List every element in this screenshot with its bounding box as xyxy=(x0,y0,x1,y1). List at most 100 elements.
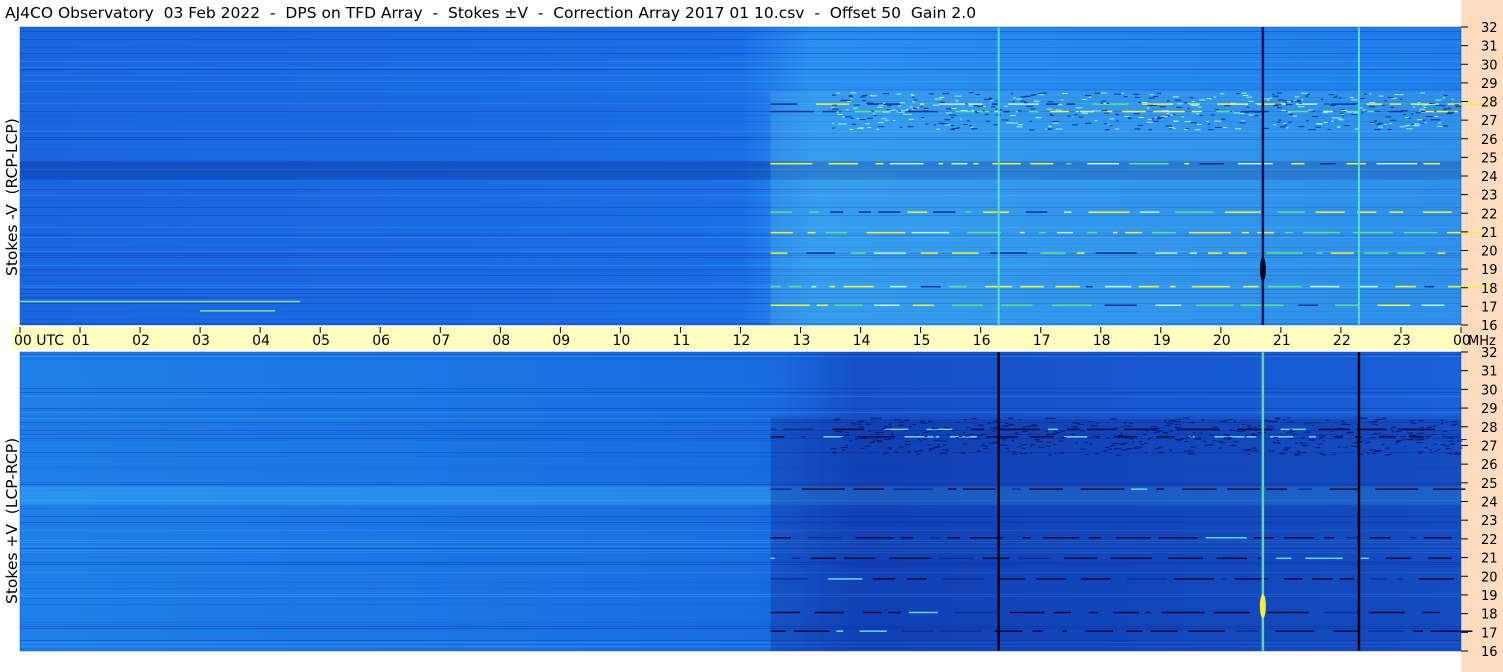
interference-dash xyxy=(1076,252,1085,254)
speck xyxy=(865,423,872,425)
speck xyxy=(1230,110,1233,112)
interference-dash xyxy=(951,162,968,165)
speck xyxy=(1241,430,1245,432)
interference-dash xyxy=(889,557,931,560)
speck xyxy=(1319,437,1324,439)
interference-dash xyxy=(1283,578,1303,580)
speck xyxy=(872,439,880,441)
speck xyxy=(1368,421,1375,423)
speck xyxy=(1330,430,1334,432)
speck xyxy=(1274,103,1282,105)
speck xyxy=(949,114,953,116)
speck xyxy=(1115,128,1119,130)
speck xyxy=(1419,108,1425,110)
speck xyxy=(1199,114,1203,116)
frequency-tick-label: 18 xyxy=(1481,282,1498,297)
interference-dash xyxy=(997,428,1040,431)
speck xyxy=(860,96,866,98)
speck xyxy=(1030,94,1035,96)
speck xyxy=(1011,439,1015,441)
speck xyxy=(942,444,947,446)
speck xyxy=(1022,431,1028,433)
speck xyxy=(882,93,889,95)
speck xyxy=(1012,453,1018,455)
speck xyxy=(1239,113,1245,115)
frequency-tick-label: 17 xyxy=(1481,300,1498,315)
noise-stripe xyxy=(20,69,1461,70)
speck xyxy=(1263,98,1269,100)
speck xyxy=(1447,437,1454,439)
interference-dash xyxy=(1369,611,1405,614)
interference-dash xyxy=(967,231,1002,234)
interference-dash xyxy=(1086,285,1093,288)
speck xyxy=(1117,435,1124,437)
speck xyxy=(1154,447,1159,449)
speck xyxy=(1368,449,1375,451)
speck xyxy=(891,432,894,434)
speck xyxy=(898,424,904,426)
interference-dash xyxy=(900,537,913,539)
interference-dash xyxy=(1409,537,1417,539)
speck xyxy=(883,102,886,104)
frequency-tick-label: 19 xyxy=(1481,589,1498,604)
speck xyxy=(923,107,929,109)
speck xyxy=(1182,417,1190,419)
speck xyxy=(1133,93,1140,95)
speck xyxy=(982,110,985,112)
speck xyxy=(1253,450,1259,452)
speck xyxy=(836,92,840,94)
time-tick-label: 18 xyxy=(1093,333,1111,349)
speck xyxy=(1114,113,1119,115)
speck xyxy=(1424,104,1428,106)
speck xyxy=(1329,104,1336,106)
speck xyxy=(1351,113,1357,115)
speck xyxy=(839,434,842,436)
interference-dash xyxy=(873,252,907,254)
interference-dash xyxy=(794,630,830,632)
speck xyxy=(898,102,905,104)
speck xyxy=(1030,444,1036,446)
frequency-tick-label: 32 xyxy=(1481,21,1498,36)
speck xyxy=(1376,123,1381,125)
speck xyxy=(924,123,929,125)
speck xyxy=(1337,117,1342,119)
speck xyxy=(1341,424,1344,426)
speck xyxy=(1133,447,1140,449)
speck xyxy=(991,106,996,108)
interference-dash xyxy=(1369,537,1391,539)
speck xyxy=(1319,453,1323,455)
interference-dash xyxy=(890,285,907,288)
speck xyxy=(1285,104,1293,106)
interference-dash xyxy=(873,304,900,307)
interference-dash xyxy=(1309,436,1316,438)
interference-dash xyxy=(829,285,835,288)
speck xyxy=(1235,92,1241,94)
speck xyxy=(1308,129,1316,131)
speck xyxy=(1085,454,1089,456)
speck xyxy=(1289,429,1293,431)
interference-dash xyxy=(998,578,1025,580)
speck xyxy=(1382,435,1389,437)
interference-dash xyxy=(949,436,977,438)
speck xyxy=(1378,122,1383,124)
speck xyxy=(1445,448,1451,450)
speck xyxy=(992,421,995,423)
speck xyxy=(1187,108,1190,110)
speck xyxy=(1418,453,1421,455)
speck xyxy=(873,115,877,117)
interference-dash xyxy=(1225,211,1261,213)
speck xyxy=(1381,443,1385,445)
interference-dash xyxy=(1150,630,1178,632)
interference-dash xyxy=(947,537,960,539)
speck xyxy=(899,126,903,128)
interference-dash xyxy=(1316,252,1323,254)
speck xyxy=(834,420,839,422)
speck xyxy=(830,448,837,450)
interference-dash xyxy=(770,103,798,105)
interference-dash xyxy=(1424,285,1434,288)
speck xyxy=(1369,102,1376,104)
frequency-tick-label: 30 xyxy=(1481,383,1498,398)
speck xyxy=(1188,450,1195,452)
speck xyxy=(1104,129,1110,131)
speck xyxy=(899,421,905,423)
